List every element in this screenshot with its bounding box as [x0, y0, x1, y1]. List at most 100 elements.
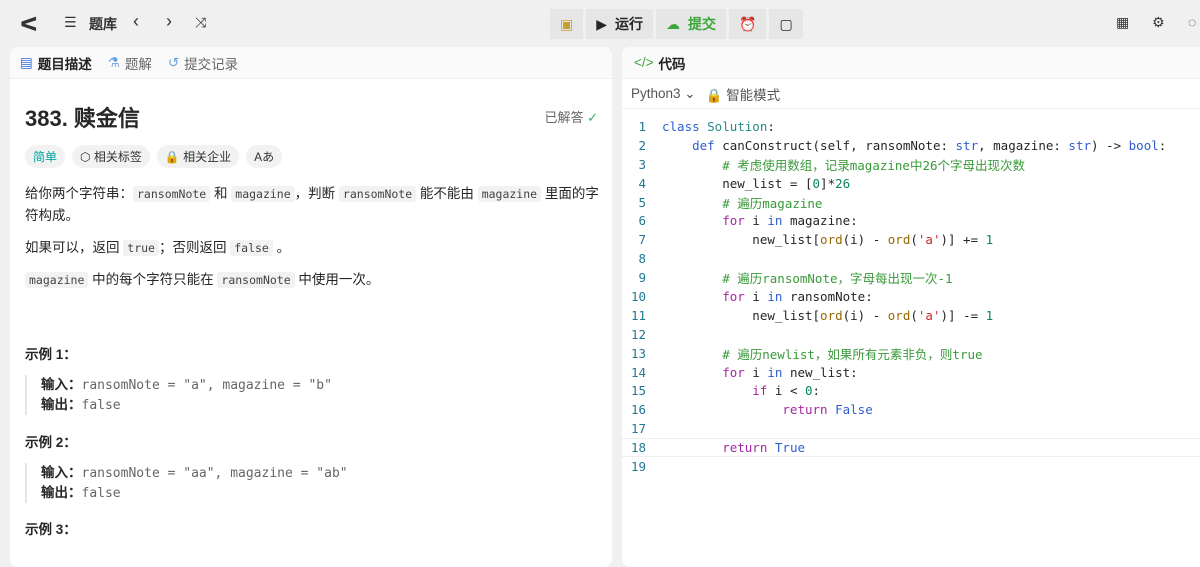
code-token: # 遍历magazine	[662, 195, 823, 211]
code-line[interactable]: 11 new_list[ord (i) - ord('a')] -= 1	[622, 306, 1200, 325]
code-line[interactable]: 5 # 遍历magazine	[622, 193, 1200, 212]
related-tags-button[interactable]: ⬡ 相关标签	[72, 145, 150, 168]
code-line[interactable]: 2 def canConstruct (self, ransomNote: str…	[622, 136, 1200, 155]
smart-mode-toggle[interactable]: 🔒 智能模式	[706, 84, 781, 104]
tab-code[interactable]: </> 代码	[634, 53, 686, 73]
code-line[interactable]: 12	[622, 325, 1200, 344]
code-token: i	[752, 288, 768, 304]
code-token: for	[662, 364, 753, 380]
line-number: 4	[638, 175, 646, 191]
shuffle-icon[interactable]: ⤨	[195, 14, 206, 31]
code-editor[interactable]: 1 class Solution:2 def canConstruct (self,…	[622, 117, 1200, 476]
code-icon: </>	[634, 55, 654, 70]
logo-icon[interactable]: ᐸ	[20, 12, 38, 37]
chip-label: 相关标签	[93, 150, 142, 164]
code-line[interactable]: 13 # 遍历newlist，如果所有元素非负，则true	[622, 344, 1200, 363]
code-line[interactable]: 16 return False	[622, 400, 1200, 419]
code-panel: </> 代码 Python3 ⌄ 🔒 智能模式 1 class Solution:2…	[622, 47, 1200, 567]
theme-icon[interactable]: ◌	[1188, 14, 1196, 30]
related-companies-button[interactable]: 🔒 相关企业	[156, 145, 240, 168]
example-heading: 示例 1：	[25, 347, 77, 362]
chip-label: 相关企业	[183, 150, 232, 164]
tab-submissions[interactable]: ↺ 提交记录	[168, 53, 238, 73]
list-icon[interactable]: ☰	[64, 14, 77, 31]
prev-problem-icon[interactable]: ‹	[133, 11, 139, 32]
code-line[interactable]: 18 return True	[622, 438, 1200, 458]
code-line[interactable]: 8	[622, 249, 1200, 268]
code-token: def	[662, 137, 723, 153]
code-line[interactable]: 15 if i < 0:	[622, 381, 1200, 400]
code-token: str	[955, 137, 979, 153]
tab-description[interactable]: ▤ 题目描述	[20, 53, 92, 73]
code-token: (i) -	[842, 232, 888, 248]
tab-solutions[interactable]: ⚗ 题解	[108, 53, 152, 73]
code-token: new_list:	[789, 364, 858, 380]
next-problem-icon[interactable]: ›	[166, 11, 172, 32]
code-line[interactable]: 10 for i in ransomNote:	[622, 287, 1200, 306]
problem-library-link[interactable]: 题库	[89, 14, 117, 34]
code-line[interactable]: 4 new_list = [0]* 26	[622, 174, 1200, 193]
run-button[interactable]: ▶ 运行	[586, 9, 654, 39]
code-token: # 遍历newlist，如果所有元素非负，则true	[662, 346, 983, 362]
line-number: 10	[630, 288, 646, 304]
translate-button[interactable]: Aあ	[246, 145, 283, 168]
code-token: 1	[985, 232, 994, 248]
line-number: 15	[630, 383, 646, 399]
layout-icon[interactable]: ▦	[1116, 14, 1129, 31]
line-number: 9	[638, 270, 646, 286]
line-number: 12	[630, 326, 646, 342]
timer-button[interactable]: ⏰	[729, 9, 767, 39]
tab-label: 代码	[658, 56, 686, 72]
alarm-icon: ⏰	[739, 15, 757, 32]
line-number: 16	[630, 402, 646, 418]
code-token: :	[1158, 137, 1167, 153]
line-number: 3	[638, 156, 646, 172]
code-token: return	[662, 402, 836, 418]
difficulty-badge[interactable]: 简单	[25, 145, 66, 168]
code-token: # 考虑使用数组，记录magazine中26个字母出现次数	[662, 157, 1026, 173]
submit-button[interactable]: ☁ 提交	[656, 9, 727, 39]
code-line[interactable]: 14 for i in new_list:	[622, 363, 1200, 382]
code-line[interactable]: 3 # 考虑使用数组，记录magazine中26个字母出现次数	[622, 155, 1200, 174]
code-token: return	[662, 440, 775, 456]
tab-label: 题目描述	[37, 56, 92, 72]
line-number: 2	[638, 137, 646, 153]
code-token: # 遍历ransomNote，字母每出现一次-1	[662, 271, 953, 287]
code-token: new_list[	[662, 307, 821, 323]
code-token: ransomNote:	[789, 288, 873, 304]
code-token: Solution	[707, 118, 768, 134]
code-token: bool	[1128, 137, 1159, 153]
line-number: 7	[638, 232, 646, 248]
flask-icon: ⚗	[107, 54, 120, 70]
code-line[interactable]: 1 class Solution:	[622, 117, 1200, 136]
code-token: str	[1068, 137, 1091, 153]
code-token: 1	[985, 307, 994, 323]
code-token: (	[910, 232, 918, 248]
tab-label: 提交记录	[184, 56, 239, 72]
code-line[interactable]: 19	[622, 457, 1200, 476]
line-number: 17	[630, 421, 646, 437]
code-token: :	[812, 383, 821, 399]
tab-label: 题解	[124, 56, 152, 72]
code-token: False	[835, 402, 873, 418]
code-line[interactable]: 9 # 遍历ransomNote，字母每出现一次-1	[622, 268, 1200, 287]
code-line[interactable]: 17	[622, 419, 1200, 438]
code-token: if	[662, 383, 775, 399]
gear-icon[interactable]: ⚙	[1152, 14, 1165, 31]
code-token: ord	[820, 232, 843, 248]
line-number: 19	[630, 458, 646, 474]
line-number: 6	[638, 213, 646, 229]
code-token: i	[752, 364, 768, 380]
code-token: 26	[835, 175, 851, 191]
code-token: in	[767, 364, 790, 380]
code-token: (	[910, 307, 918, 323]
debug-button[interactable]: ▣	[550, 9, 584, 39]
note-icon: ▢	[779, 15, 793, 32]
notes-button[interactable]: ▢	[769, 9, 803, 39]
code-line[interactable]: 7 new_list[ord (i) - ord('a')] += 1	[622, 230, 1200, 249]
language-select[interactable]: Python3 ⌄	[631, 86, 696, 102]
code-line[interactable]: 6 for i in magazine:	[622, 211, 1200, 230]
bug-icon: ▣	[560, 15, 574, 32]
code-token: True	[774, 440, 805, 456]
history-icon: ↺	[167, 54, 180, 70]
